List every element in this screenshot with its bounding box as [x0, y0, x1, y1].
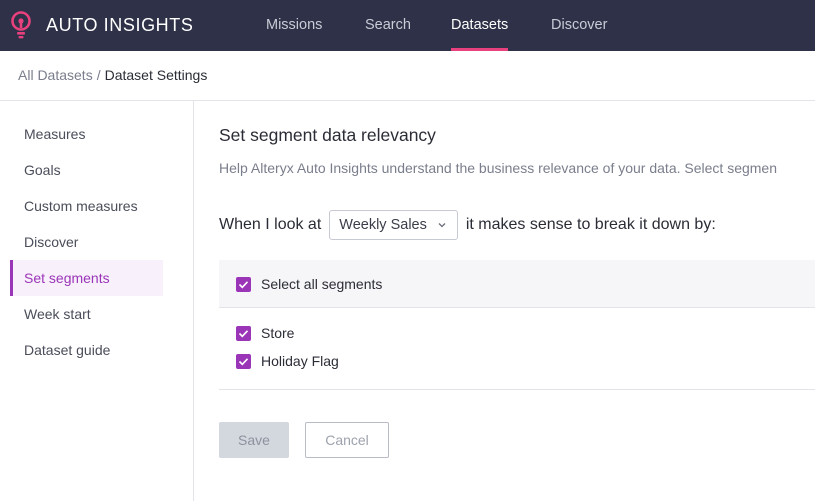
sidebar-item-custom-measures[interactable]: Custom measures	[10, 188, 163, 224]
measure-select[interactable]: Weekly Sales	[329, 210, 458, 240]
breadcrumb-separator: /	[96, 67, 101, 83]
segment-label-store[interactable]: Store	[261, 325, 294, 341]
breadcrumb: All Datasets / Dataset Settings	[18, 67, 207, 83]
cancel-button[interactable]: Cancel	[305, 422, 389, 458]
select-all-checkbox[interactable]	[236, 277, 251, 292]
measure-select-value: Weekly Sales	[339, 217, 427, 233]
tab-label: Search	[365, 17, 411, 33]
segment-label-holiday-flag[interactable]: Holiday Flag	[261, 353, 339, 369]
sidebar-item-set-segments[interactable]: Set segments	[10, 260, 163, 296]
select-all-label[interactable]: Select all segments	[261, 276, 382, 292]
lightbulb-icon	[11, 11, 31, 39]
tab-datasets[interactable]: Datasets	[451, 0, 509, 51]
tab-search[interactable]: Search	[365, 0, 411, 51]
tab-discover[interactable]: Discover	[551, 0, 607, 51]
tab-label: Missions	[266, 17, 323, 33]
page-title: Set segment data relevancy	[219, 125, 436, 145]
tab-missions[interactable]: Missions	[266, 0, 322, 51]
segment-list-divider	[219, 389, 815, 390]
sentence-prefix: When I look at	[219, 216, 322, 233]
breadcrumb-all-datasets-link[interactable]: All Datasets	[18, 67, 93, 83]
sidebar-item-week-start[interactable]: Week start	[10, 296, 163, 332]
save-button[interactable]: Save	[219, 422, 289, 458]
brand-logo[interactable]: AUTO INSIGHTS	[10, 11, 194, 39]
chevron-down-icon	[438, 223, 446, 228]
app-name: AUTO INSIGHTS	[46, 14, 194, 35]
segment-checkbox-store[interactable]	[236, 326, 251, 341]
breadcrumb-current: Dataset Settings	[104, 67, 208, 83]
page-description: Help Alteryx Auto Insights understand th…	[219, 160, 777, 176]
sentence-suffix: it makes sense to break it down by:	[465, 216, 716, 233]
active-tab-indicator	[451, 48, 509, 51]
measure-sentence: When I look at Weekly Sales it makes sen…	[219, 210, 716, 240]
sidebar-item-measures[interactable]: Measures	[10, 116, 163, 152]
check-icon	[238, 358, 249, 366]
sidebar-item-goals[interactable]: Goals	[10, 152, 163, 188]
tab-label: Datasets	[451, 17, 509, 33]
tab-label: Discover	[551, 17, 608, 33]
check-icon	[238, 330, 249, 338]
settings-sidebar: Measures Goals Custom measures Discover …	[0, 101, 194, 501]
sidebar-item-discover[interactable]: Discover	[10, 224, 163, 260]
check-icon	[238, 281, 249, 289]
top-navigation-bar: AUTO INSIGHTS Missions Search Datasets D…	[0, 0, 815, 51]
segment-checkbox-holiday-flag[interactable]	[236, 354, 251, 369]
sidebar-item-dataset-guide[interactable]: Dataset guide	[10, 332, 163, 368]
select-all-row: Select all segments	[219, 260, 815, 308]
